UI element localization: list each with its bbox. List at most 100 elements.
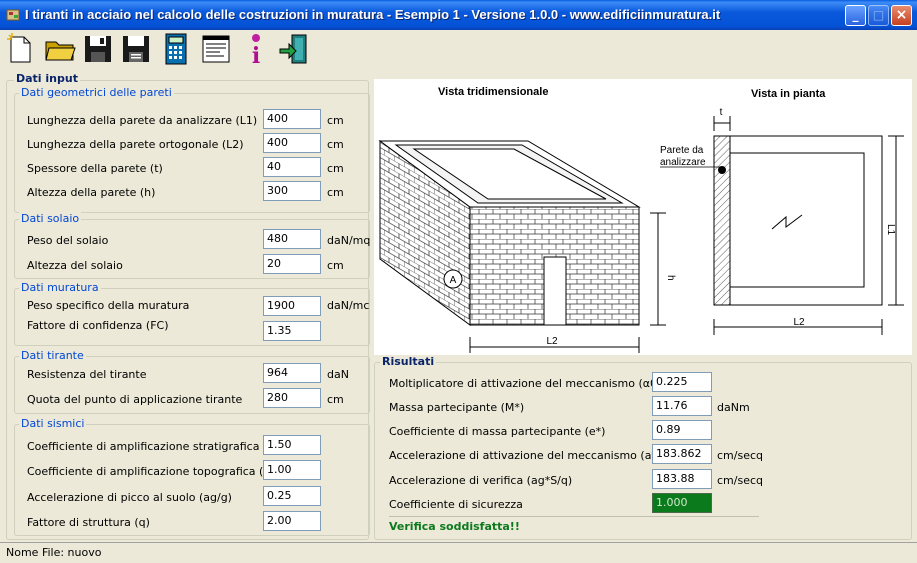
input-title: Dati input (14, 72, 80, 85)
close-button[interactable]: × (891, 5, 912, 26)
open-file-button[interactable] (44, 32, 76, 66)
svg-text:Parete da: Parete da (660, 145, 704, 156)
info-icon: i (252, 34, 260, 69)
label-peso-muratura: Peso specifico della muratura (27, 299, 190, 312)
label-h: Altezza della parete (h) (27, 186, 156, 199)
label-q: Fattore di struttura (q) (27, 516, 150, 529)
label-t: Spessore della parete (t) (27, 162, 163, 175)
unit-peso-solaio: daN/mq (327, 234, 371, 247)
tirante-group: Dati tirante Resistenza del tirante 964 … (14, 349, 370, 414)
toolbar: i (0, 30, 917, 70)
unit-l1: cm (327, 114, 344, 127)
label-peso-solaio: Peso del solaio (27, 234, 109, 247)
save-as-icon (123, 36, 149, 62)
massa-output: 11.76 (652, 396, 712, 416)
tirante-title: Dati tirante (19, 349, 86, 362)
window-title: I tiranti in acciaio nel calcolo delle c… (25, 7, 721, 22)
new-icon (7, 33, 31, 63)
minimize-button[interactable]: _ (845, 5, 866, 26)
label-resistenza: Resistenza del tirante (27, 368, 147, 381)
svg-text:t: t (720, 107, 723, 118)
label-verifica: Accelerazione di verifica (ag*S/q) (389, 474, 573, 487)
l2-input[interactable]: 400 (263, 133, 321, 153)
solaio-group: Dati solaio Peso del solaio 480 daN/mq A… (14, 212, 371, 279)
label-massa: Massa partecipante (M*) (389, 401, 525, 414)
unit-peso-muratura: daN/mc (327, 299, 370, 312)
label-ag: Accelerazione di picco al suolo (ag/g) (27, 491, 232, 504)
new-file-button[interactable] (4, 32, 36, 66)
ss-input[interactable]: 1.50 (263, 435, 321, 455)
svg-text:L2: L2 (546, 336, 558, 347)
geometry-title: Dati geometrici delle pareti (19, 86, 174, 99)
label-sicurezza: Coefficiente di sicurezza (389, 498, 523, 511)
save-button[interactable] (82, 32, 114, 66)
unit-h: cm (327, 186, 344, 199)
svg-text:L2: L2 (793, 317, 805, 328)
unit-altezza-solaio: cm (327, 259, 344, 272)
fc-input[interactable]: 1.35 (263, 321, 321, 341)
svg-text:h: h (665, 275, 676, 281)
peso-muratura-input[interactable]: 1900 (263, 296, 321, 316)
st-input[interactable]: 1.00 (263, 460, 321, 480)
coeff-massa-output: 0.89 (652, 420, 712, 440)
exit-icon (279, 34, 307, 64)
label-ss: Coefficiente di amplificazione stratigra… (27, 440, 285, 453)
label-l1: Lunghezza della parete da analizzare (L1… (27, 114, 258, 127)
input-panel: Dati input Dati geometrici delle pareti … (6, 72, 371, 540)
label-st: Coefficiente di amplificazione topografi… (27, 465, 279, 478)
calculate-button[interactable] (160, 32, 192, 66)
svg-text:A: A (450, 275, 457, 286)
peso-solaio-input[interactable]: 480 (263, 229, 321, 249)
unit-resistenza: daN (327, 368, 349, 381)
q-input[interactable]: 2.00 (263, 511, 321, 531)
unit-massa: daNm (717, 401, 750, 414)
solaio-title: Dati solaio (19, 212, 82, 225)
unit-t: cm (327, 162, 344, 175)
exit-button[interactable] (278, 32, 310, 66)
sismici-group: Dati sismici Coefficiente di amplificazi… (14, 417, 370, 536)
ag-input[interactable]: 0.25 (263, 486, 321, 506)
h-input[interactable]: 300 (263, 181, 321, 201)
save-icon (85, 36, 111, 62)
label-alpha0: Moltiplicatore di attivazione del meccan… (389, 377, 662, 390)
status-filename: Nome File: nuovo (6, 546, 102, 559)
building-drawing: A h L2 Parete da analizzare t L1 L2 (378, 107, 904, 353)
status-bar: Nome File: nuovo (0, 542, 917, 563)
title-bar: I tiranti in acciaio nel calcolo delle c… (0, 0, 917, 30)
geometry-group: Dati geometrici delle pareti Lunghezza d… (14, 86, 370, 213)
save-as-button[interactable] (120, 32, 152, 66)
label-a0: Accelerazione di attivazione del meccani… (389, 449, 669, 462)
label-l2: Lunghezza della parete ortogonale (L2) (27, 138, 244, 151)
info-button[interactable]: i (240, 32, 272, 69)
open-folder-icon (45, 41, 76, 61)
quota-input[interactable]: 280 (263, 388, 321, 408)
resistenza-input[interactable]: 964 (263, 363, 321, 383)
sismici-title: Dati sismici (19, 417, 87, 430)
sicurezza-output: 1.000 (652, 493, 712, 513)
results-panel: Risultati Moltiplicatore di attivazione … (374, 355, 912, 540)
results-title: Risultati (380, 355, 437, 368)
muratura-group: Dati muratura Peso specifico della murat… (14, 281, 370, 346)
svg-text:analizzare: analizzare (660, 157, 706, 168)
l1-input[interactable]: 400 (263, 109, 321, 129)
report-icon (202, 35, 230, 63)
unit-verifica: cm/secq (717, 474, 763, 487)
muratura-title: Dati muratura (19, 281, 101, 294)
verdict-text: Verifica soddisfatta!! (389, 520, 520, 533)
maximize-button[interactable]: □ (868, 5, 889, 26)
label-altezza-solaio: Altezza del solaio (27, 259, 123, 272)
unit-quota: cm (327, 393, 344, 406)
app-icon (6, 9, 20, 21)
unit-l2: cm (327, 138, 344, 151)
altezza-solaio-input[interactable]: 20 (263, 254, 321, 274)
svg-text:i: i (252, 43, 260, 66)
verifica-output: 183.88 (652, 469, 712, 489)
report-button[interactable] (200, 32, 232, 66)
unit-a0: cm/secq (717, 449, 763, 462)
label-fc: Fattore di confidenza (FC) (27, 319, 169, 332)
t-input[interactable]: 40 (263, 157, 321, 177)
label-quota: Quota del punto di applicazione tirante (27, 393, 243, 406)
svg-text:L1: L1 (885, 224, 896, 236)
calculator-icon (165, 33, 187, 65)
label-coeff-massa: Coefficiente di massa partecipante (e*) (389, 425, 606, 438)
